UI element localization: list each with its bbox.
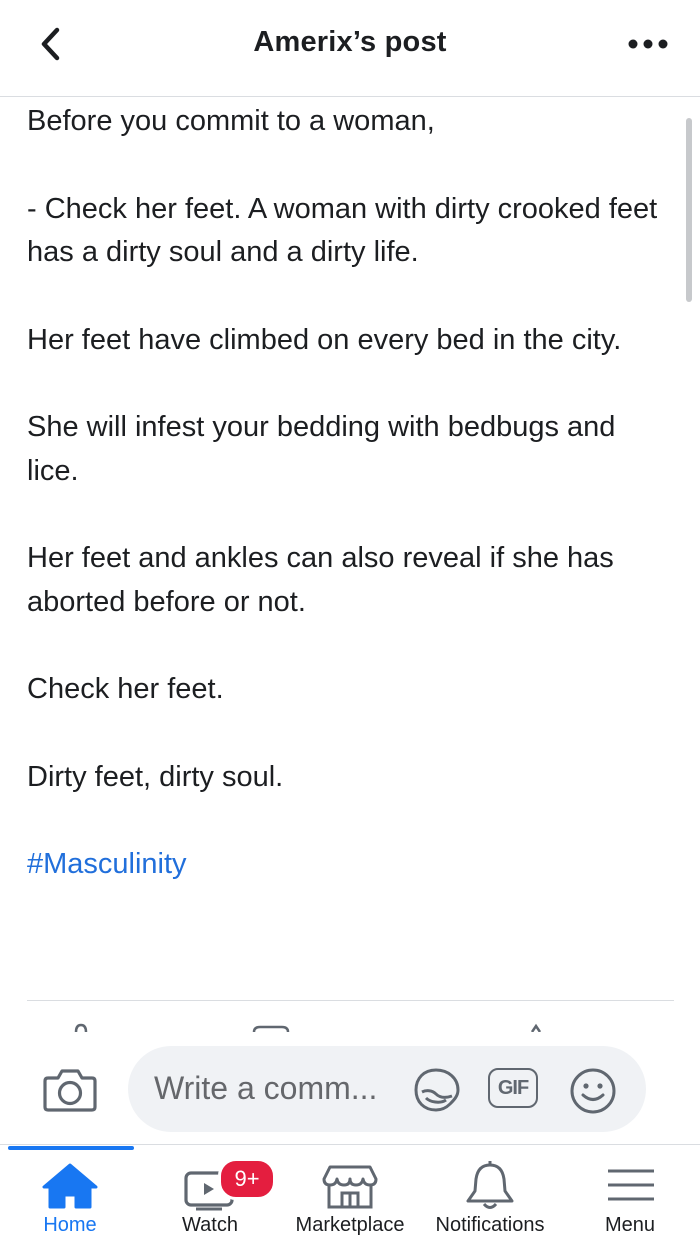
tab-home[interactable]: Home bbox=[0, 1145, 140, 1243]
tab-label: Menu bbox=[604, 1214, 656, 1236]
post-paragraph: Her feet have climbed on every bed in th… bbox=[27, 323, 622, 356]
post-paragraph: She will infest your bedding with bedbug… bbox=[27, 411, 616, 487]
gif-button[interactable]: GIF bbox=[488, 1068, 538, 1108]
post-body: Before you commit to a woman, - Check he… bbox=[27, 100, 663, 887]
divider bbox=[27, 1000, 674, 1001]
emoji-button[interactable] bbox=[568, 1066, 618, 1116]
bell-icon bbox=[466, 1161, 514, 1209]
smiley-icon bbox=[570, 1068, 616, 1114]
page-title: Amerix’s post bbox=[253, 26, 447, 58]
hashtag-link[interactable]: #Masculinity bbox=[27, 848, 187, 880]
more-dots-icon bbox=[628, 39, 668, 49]
tab-label: Marketplace bbox=[295, 1214, 405, 1236]
comment-bar: Write a comm... GIF bbox=[0, 1032, 700, 1145]
menu-icon bbox=[608, 1169, 654, 1201]
tab-watch[interactable]: 9+ Watch bbox=[140, 1145, 280, 1243]
tab-label: Home bbox=[43, 1214, 97, 1236]
tab-label: Watch bbox=[182, 1214, 238, 1236]
camera-icon bbox=[43, 1069, 97, 1112]
notification-badge: 9+ bbox=[218, 1158, 276, 1200]
tab-notifications[interactable]: Notifications bbox=[420, 1145, 560, 1243]
more-options-button[interactable] bbox=[626, 34, 670, 54]
sticker-button[interactable] bbox=[412, 1066, 462, 1114]
post-paragraph: Dirty feet, dirty soul. bbox=[27, 760, 284, 793]
post-page: Amerix’s post Before you commit to a wom… bbox=[0, 0, 700, 1243]
comment-placeholder: Write a comm... bbox=[154, 1070, 378, 1106]
scrollbar[interactable] bbox=[686, 118, 692, 302]
marketplace-icon bbox=[322, 1165, 378, 1209]
post-paragraph: - Check her feet. A woman with dirty cro… bbox=[27, 192, 658, 269]
post-paragraph: Check her feet. bbox=[27, 673, 224, 705]
reaction-row-peek bbox=[74, 1023, 542, 1032]
post-paragraph: Her feet and ankles can also reveal if s… bbox=[27, 542, 614, 618]
tab-marketplace[interactable]: Marketplace bbox=[280, 1145, 420, 1243]
sticker-icon bbox=[414, 1068, 460, 1112]
tab-label: Notifications bbox=[435, 1214, 545, 1236]
home-icon bbox=[42, 1163, 98, 1209]
bottom-tab-bar: Home 9+ Watch Marketplace Notifications … bbox=[0, 1145, 700, 1243]
post-paragraph: Before you commit to a woman, bbox=[27, 105, 435, 137]
comment-input[interactable]: Write a comm... GIF bbox=[128, 1046, 646, 1132]
camera-button[interactable] bbox=[42, 1064, 98, 1114]
top-header: Amerix’s post bbox=[0, 0, 700, 97]
tab-menu[interactable]: Menu bbox=[560, 1145, 700, 1243]
